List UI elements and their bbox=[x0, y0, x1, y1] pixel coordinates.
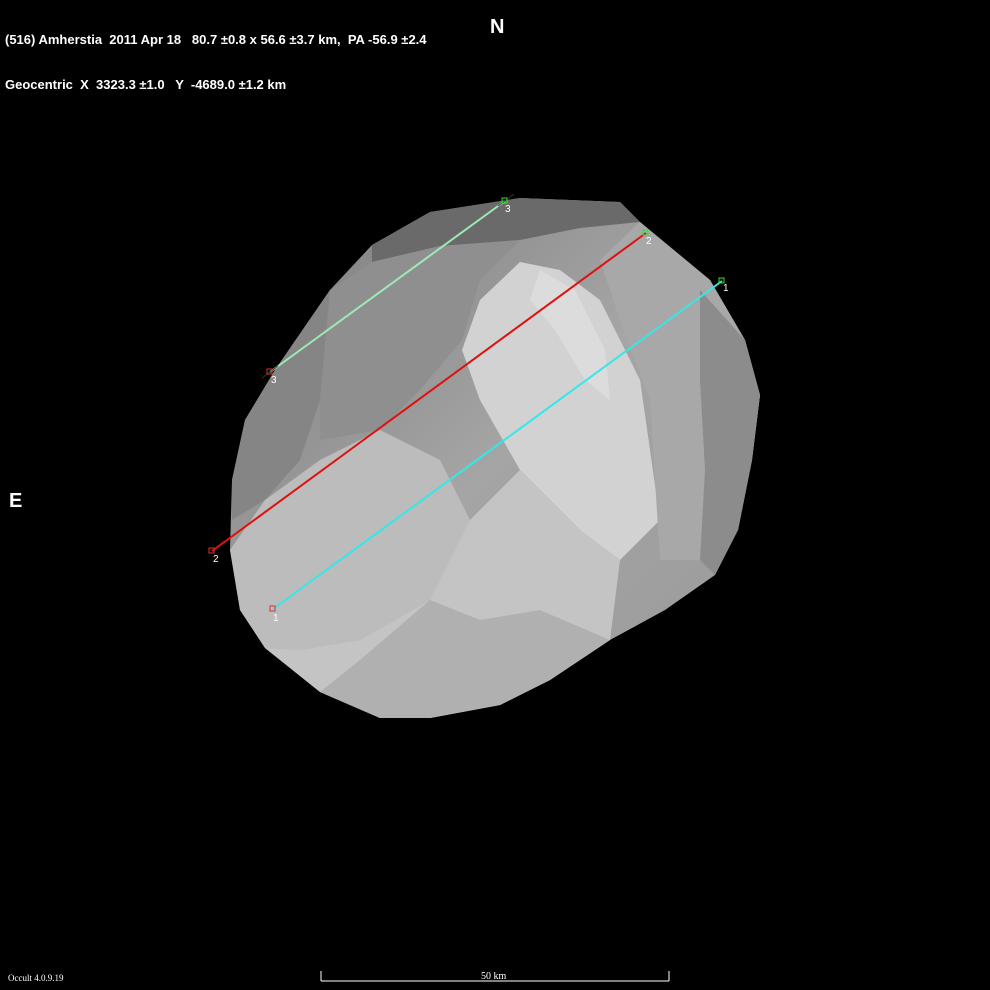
facet-west-shade bbox=[700, 290, 760, 575]
chord-3-label-end: 3 bbox=[505, 204, 511, 215]
chord-2-label-start: 2 bbox=[213, 554, 219, 565]
occultation-diagram: 1 1 2 2 3 3 bbox=[208, 193, 760, 982]
software-version: Occult 4.0.9.19 bbox=[8, 973, 64, 983]
chord-1-label-end: 1 bbox=[723, 283, 729, 294]
scale-bar-label: 50 km bbox=[481, 971, 507, 982]
asteroid-shape-model bbox=[230, 198, 760, 718]
chord-3-label-start: 3 bbox=[271, 375, 277, 386]
chord-2-label-end: 2 bbox=[646, 236, 652, 247]
chord-1-label-start: 1 bbox=[273, 613, 279, 624]
